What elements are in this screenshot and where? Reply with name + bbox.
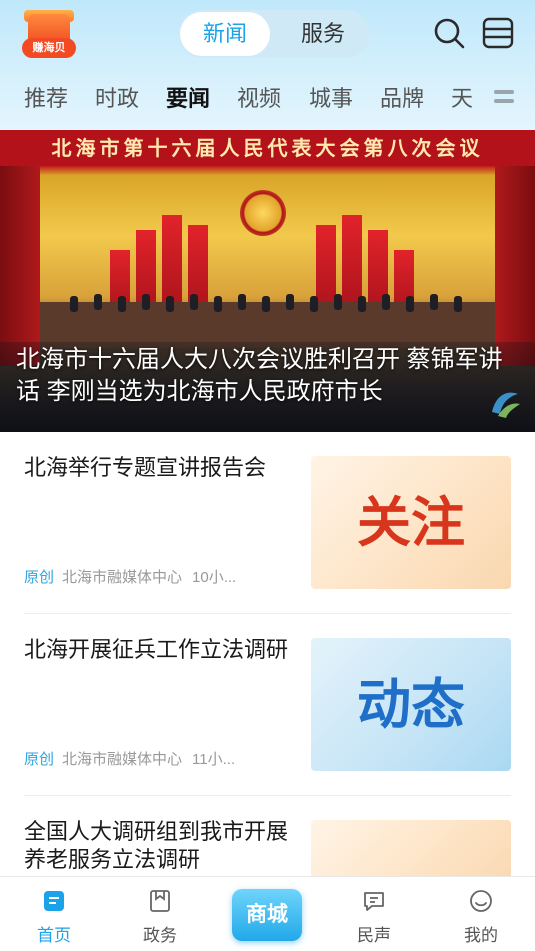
- bottom-navigation: 首页 政务 商城 民声 我的: [0, 876, 535, 951]
- news-source: 北海市融媒体中心: [62, 751, 183, 768]
- nav-profile[interactable]: 我的: [441, 877, 521, 951]
- nav-label: 民声: [357, 926, 391, 945]
- earn-shells-logo[interactable]: 赚海贝: [22, 10, 76, 58]
- segment-service[interactable]: 服务: [278, 10, 368, 58]
- nav-label: 我的: [464, 926, 498, 945]
- curtain-right: [495, 166, 535, 366]
- news-time: 10小...: [192, 569, 237, 586]
- news-meta: 原创 北海市融媒体中心 11小...: [24, 748, 235, 769]
- original-tag: 原创: [24, 569, 55, 586]
- news-thumbnail[interactable]: 动态: [311, 638, 511, 771]
- nav-label: 首页: [37, 926, 71, 945]
- thumbnail-caption: 关注: [357, 490, 465, 554]
- news-item[interactable]: 北海举行专题宣讲报告会 原创 北海市融媒体中心 10小... 关注: [0, 432, 535, 614]
- beihai-watermark-icon: [486, 384, 524, 422]
- nav-gov-affairs[interactable]: 政务: [120, 877, 200, 951]
- profile-icon: [469, 889, 493, 913]
- venue-banner-text: 北海市第十六届人民代表大会第八次会议: [0, 130, 535, 166]
- gov-affairs-icon: [148, 889, 172, 913]
- category-tabs: 推荐 时政 要闻 视频 城事 品牌 天: [0, 78, 535, 120]
- segment-news[interactable]: 新闻: [180, 12, 270, 56]
- tab-weather[interactable]: 天: [451, 78, 473, 120]
- news-item[interactable]: 北海开展征兵工作立法调研 原创 北海市融媒体中心 11小... 动态: [0, 614, 535, 796]
- nav-public-voice[interactable]: 民声: [334, 877, 414, 951]
- mall-button[interactable]: 商城: [232, 889, 302, 941]
- tab-headlines[interactable]: 要闻: [166, 78, 210, 120]
- logo-label: 赚海贝: [22, 38, 76, 58]
- news-time: 11小...: [192, 751, 236, 768]
- thumbnail-caption: 动态: [357, 672, 465, 736]
- menu-icon[interactable]: [481, 16, 515, 50]
- tab-politics[interactable]: 时政: [95, 78, 139, 120]
- chat-icon: [362, 889, 386, 913]
- news-source: 北海市融媒体中心: [62, 569, 183, 586]
- news-thumbnail[interactable]: 关注: [311, 456, 511, 589]
- news-title[interactable]: 全国人大调研组到我市开展养老服务立法调研: [24, 818, 292, 874]
- tab-brand[interactable]: 品牌: [380, 78, 424, 120]
- home-icon: [42, 889, 66, 913]
- app-header: 赚海贝 新闻 服务 推荐 时政 要闻 视频 城事 品牌 天: [0, 0, 535, 130]
- news-meta: 原创 北海市融媒体中心 10小...: [24, 566, 236, 587]
- more-tabs-icon[interactable]: [494, 90, 514, 108]
- nav-label: 政务: [143, 926, 177, 945]
- tab-recommend[interactable]: 推荐: [24, 78, 68, 120]
- news-title[interactable]: 北海举行专题宣讲报告会: [24, 454, 292, 482]
- hero-headline[interactable]: 北海市十六届人大八次会议胜利召开 蔡锦军讲话 李刚当选为北海市人民政府市长: [16, 344, 521, 408]
- hero-banner[interactable]: 北海市第十六届人民代表大会第八次会议 北海市十六届人大八次会议胜利召开 蔡锦军讲…: [0, 130, 535, 432]
- news-service-switch: 新闻 服务: [178, 10, 370, 58]
- news-title[interactable]: 北海开展征兵工作立法调研: [24, 636, 292, 664]
- tab-city[interactable]: 城事: [309, 78, 353, 120]
- tab-video[interactable]: 视频: [237, 78, 281, 120]
- delegates: [60, 290, 475, 330]
- nav-home[interactable]: 首页: [14, 877, 94, 951]
- original-tag: 原创: [24, 751, 55, 768]
- search-icon[interactable]: [432, 16, 466, 50]
- curtain-left: [0, 166, 40, 366]
- national-emblem-icon: [240, 190, 286, 236]
